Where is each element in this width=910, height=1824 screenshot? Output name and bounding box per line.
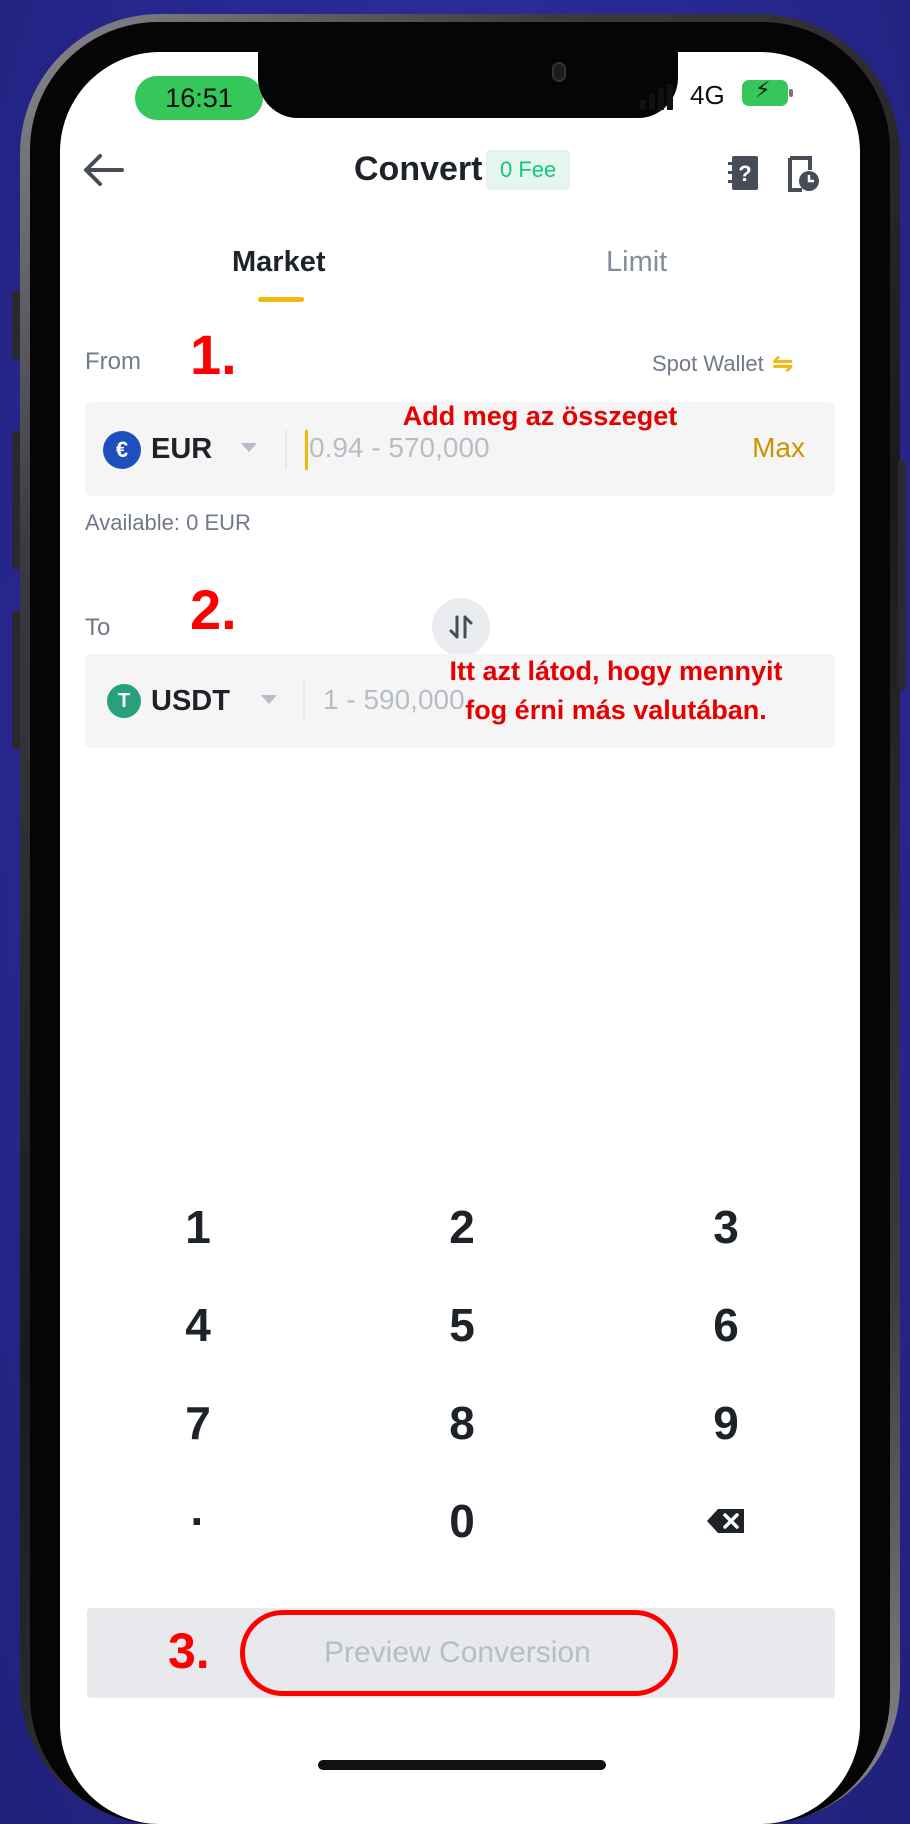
tab-active-indicator [258, 297, 304, 302]
chevron-down-icon[interactable] [261, 695, 277, 704]
tab-limit[interactable]: Limit [606, 246, 667, 279]
key-5[interactable]: 5 [402, 1290, 522, 1360]
volume-down-button [12, 610, 20, 750]
annotation-to-hint-line-1: Itt azt látod, hogy mennyit [449, 656, 783, 686]
status-time: 16:51 [135, 76, 263, 120]
to-currency-selector[interactable]: USDT [151, 685, 230, 718]
key-4[interactable]: 4 [138, 1290, 258, 1360]
annotation-step-3: 3. [168, 1623, 210, 1679]
key-8[interactable]: 8 [402, 1388, 522, 1458]
svg-text:?: ? [738, 161, 751, 186]
transfer-arrows-icon: ⇋ [771, 348, 794, 378]
key-7[interactable]: 7 [138, 1388, 258, 1458]
annotation-step-2: 2. [190, 578, 237, 641]
annotation-circle [240, 1610, 678, 1696]
text-cursor [305, 430, 308, 470]
key-6[interactable]: 6 [666, 1290, 786, 1360]
tab-market[interactable]: Market [232, 246, 326, 279]
annotation-to-hint: Itt azt látod, hogy mennyit fog érni más… [432, 652, 800, 730]
battery-icon: ⚡ [742, 79, 793, 106]
key-1[interactable]: 1 [138, 1192, 258, 1262]
page-title: Convert [354, 150, 483, 188]
available-balance: Available: 0 EUR [85, 510, 251, 535]
chevron-down-icon[interactable] [241, 443, 257, 452]
swap-direction-button[interactable] [432, 598, 490, 656]
divider [303, 682, 305, 722]
annotation-to-hint-line-2: fog érni más valutában. [465, 695, 767, 725]
notch [258, 52, 678, 118]
fee-badge: 0 Fee [486, 150, 571, 190]
usdt-coin-icon: T [107, 684, 141, 718]
backspace-icon [707, 1509, 744, 1533]
phone-screen: 16:51 4G ⚡ Convert 0 Fee ? Market Limit … [60, 52, 860, 1824]
divider [285, 430, 287, 470]
key-3[interactable]: 3 [666, 1192, 786, 1262]
faq-book-icon[interactable]: ? [728, 154, 760, 192]
key-9[interactable]: 9 [666, 1388, 786, 1458]
key-backspace[interactable] [666, 1486, 786, 1556]
volume-up-button [12, 430, 20, 570]
key-2[interactable]: 2 [402, 1192, 522, 1262]
network-label: 4G [690, 80, 725, 110]
camera-icon [552, 62, 566, 82]
spot-wallet-switch[interactable]: Spot Wallet ⇋ [652, 348, 793, 379]
signal-icon [640, 84, 673, 110]
power-button [898, 460, 906, 690]
order-history-icon[interactable] [786, 154, 820, 192]
eur-coin-icon: € [103, 431, 141, 469]
max-button[interactable]: Max [752, 432, 805, 464]
from-label: From [85, 348, 141, 375]
annotation-step-1: 1. [190, 323, 237, 386]
key-decimal[interactable]: · [138, 1486, 258, 1556]
back-arrow-icon[interactable] [82, 150, 126, 190]
mute-switch [12, 290, 20, 360]
key-0[interactable]: 0 [402, 1486, 522, 1556]
annotation-from-hint: Add meg az összeget [402, 401, 678, 431]
from-amount-input[interactable]: 0.94 - 570,000 [309, 432, 490, 464]
from-currency-selector[interactable]: EUR [151, 433, 212, 466]
spot-wallet-label: Spot Wallet [652, 350, 764, 376]
home-indicator [318, 1760, 606, 1770]
swap-arrows-icon [449, 615, 473, 639]
to-label: To [85, 614, 111, 641]
